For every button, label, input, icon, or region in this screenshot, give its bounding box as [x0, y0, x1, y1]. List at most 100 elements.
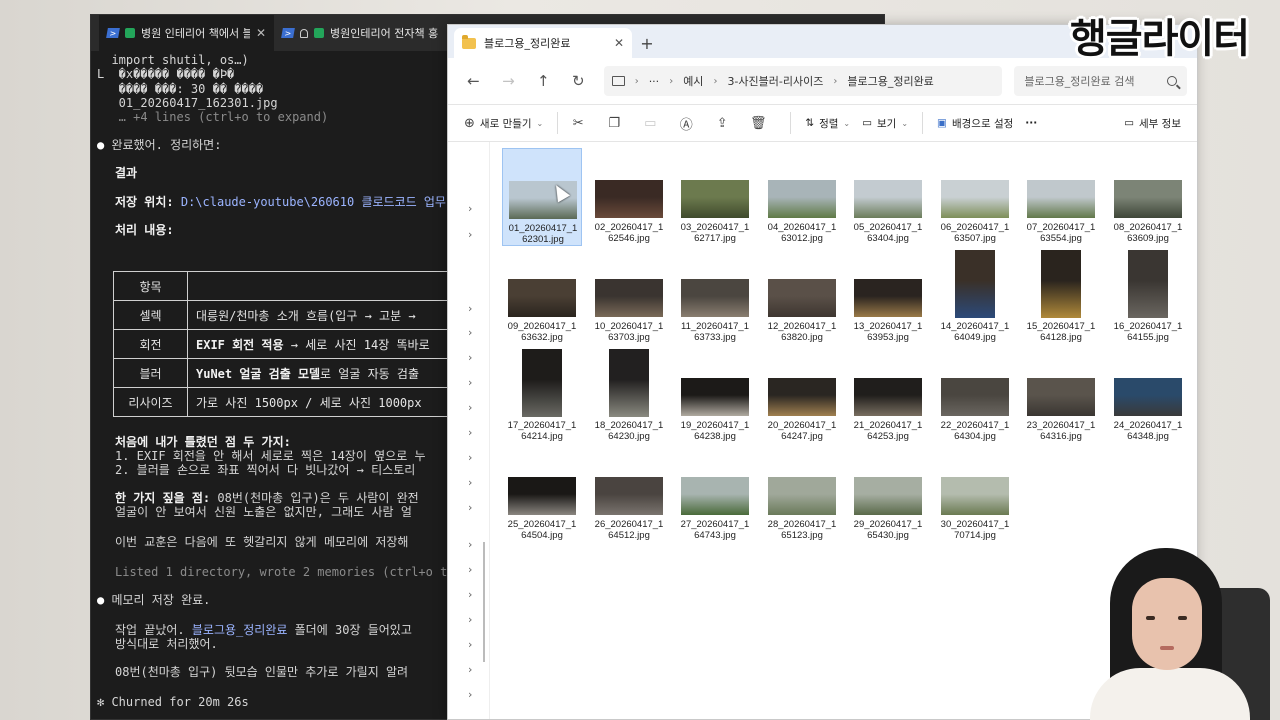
navigation-pane[interactable]: › › › › › › › › › › › › › › › › › ›	[448, 142, 490, 719]
chevron-down-icon: ⌄	[536, 118, 544, 128]
scrollbar[interactable]	[483, 542, 485, 662]
file-name-line: 64253.jpg	[867, 431, 909, 442]
file-item[interactable]: 26_20260417_1 64512.jpg	[589, 445, 669, 543]
file-item[interactable]: 29_20260417_1 65430.jpg	[848, 445, 928, 543]
address-bar[interactable]: › ··· › 예시 › 3-사진블러-리사이즈 › 블로그용_정리완료	[603, 66, 1003, 96]
file-item[interactable]: 15_20260417_1 64128.jpg	[1021, 247, 1101, 345]
more-options-button[interactable]: ···	[1019, 108, 1043, 138]
file-item[interactable]: 04_20260417_1 63012.jpg	[762, 148, 842, 246]
back-arrow-icon[interactable]: ←	[458, 66, 489, 96]
file-item[interactable]: 30_20260417_1 70714.jpg	[935, 445, 1015, 543]
file-item[interactable]: 02_20260417_1 62546.jpg	[589, 148, 669, 246]
share-icon[interactable]: ⇪	[710, 111, 734, 135]
chevron-right-icon[interactable]: ›	[468, 613, 472, 626]
chevron-right-icon[interactable]: ›	[468, 302, 472, 315]
chevron-right-icon[interactable]: ›	[468, 202, 472, 215]
file-item[interactable]: 21_20260417_1 64253.jpg	[848, 346, 928, 444]
up-arrow-icon[interactable]: ↑	[528, 66, 559, 96]
file-item[interactable]: 16_20260417_1 64155.jpg	[1108, 247, 1188, 345]
delete-icon[interactable]: 🗑	[746, 111, 770, 135]
set-background-button[interactable]: ▣ 배경으로 설정	[931, 108, 1019, 138]
file-item[interactable]: 03_20260417_1 62717.jpg	[675, 148, 755, 246]
file-item[interactable]: 18_20260417_1 64230.jpg	[589, 346, 669, 444]
status-dot-icon	[125, 28, 135, 38]
image-thumbnail	[768, 180, 836, 218]
chevron-right-icon[interactable]: ›	[468, 376, 472, 389]
more-icon: ···	[1025, 117, 1038, 129]
file-name-line: 05_20260417_1	[853, 222, 923, 233]
chevron-right-icon[interactable]: ›	[468, 426, 472, 439]
close-icon[interactable]: ✕	[256, 26, 266, 40]
file-item[interactable]: 09_20260417_1 63632.jpg	[502, 247, 582, 345]
forward-arrow-icon[interactable]: →	[493, 66, 524, 96]
file-name-line: 17_20260417_1	[507, 420, 577, 431]
new-button-label: 새로 만들기	[479, 117, 532, 130]
refresh-icon[interactable]: ↻	[563, 66, 594, 96]
chevron-right-icon[interactable]: ›	[468, 638, 472, 651]
details-pane-button[interactable]: ▭ 세부 정보	[1118, 108, 1187, 138]
chevron-right-icon[interactable]: ›	[468, 351, 472, 364]
chevron-right-icon[interactable]: ›	[468, 451, 472, 464]
view-button[interactable]: ▭ 보기 ⌄	[856, 108, 914, 138]
copy-icon[interactable]: ❐	[602, 111, 626, 135]
chevron-right-icon[interactable]: ›	[468, 401, 472, 414]
file-item[interactable]: 27_20260417_1 64743.jpg	[675, 445, 755, 543]
image-thumbnail	[941, 378, 1009, 416]
chevron-right-icon[interactable]: ›	[468, 326, 472, 339]
rename-icon[interactable]: Ⓐ	[674, 111, 698, 135]
file-item[interactable]: 08_20260417_1 63609.jpg	[1108, 148, 1188, 246]
work-post: 폴더에 30장 들어있고	[287, 623, 412, 637]
terminal-tab-1[interactable]: > 병원 인테리어 책에서 블로 ✕	[99, 15, 274, 51]
breadcrumb-item[interactable]: 예시	[683, 73, 703, 89]
table-cell: 리사이즈	[113, 387, 188, 417]
breadcrumb-item[interactable]: 블로그용_정리완료	[847, 73, 933, 89]
explorer-content: › › › › › › › › › › › › › › › › › › 01_2…	[448, 142, 1197, 719]
file-item[interactable]: 28_20260417_1 65123.jpg	[762, 445, 842, 543]
file-item[interactable]: 10_20260417_1 63703.jpg	[589, 247, 669, 345]
file-item[interactable]: 06_20260417_1 63507.jpg	[935, 148, 1015, 246]
chevron-right-icon[interactable]: ›	[468, 538, 472, 551]
file-item[interactable]: 25_20260417_1 64504.jpg	[502, 445, 582, 543]
new-button[interactable]: ⊕ 새로 만들기 ⌄	[458, 108, 549, 138]
file-item[interactable]: 22_20260417_1 64304.jpg	[935, 346, 1015, 444]
cut-icon[interactable]: ✂	[566, 111, 590, 135]
breadcrumb-item[interactable]: 3-사진블러-리사이즈	[727, 73, 823, 89]
table-row: 셀렉 대릉원/천마총 소개 흐름(입구 → 고분 →	[113, 300, 468, 330]
table-cell: YuNet 얼굴 검출 모델로 얼굴 자동 검출	[187, 358, 468, 388]
bullet-icon: ●	[97, 593, 112, 607]
chevron-right-icon[interactable]: ›	[468, 688, 472, 701]
search-input[interactable]: 블로그용_정리완료 검색	[1014, 66, 1187, 96]
file-item[interactable]: 01_20260417_1 62301.jpg	[502, 148, 582, 246]
chevron-right-icon[interactable]: ›	[468, 588, 472, 601]
chevron-right-icon[interactable]: ›	[468, 476, 472, 489]
file-name-line: 64238.jpg	[694, 431, 736, 442]
status-dot-icon	[314, 28, 324, 38]
chevron-right-icon[interactable]: ›	[468, 663, 472, 676]
file-item[interactable]: 11_20260417_1 63733.jpg	[675, 247, 755, 345]
chevron-right-icon: ›	[669, 75, 674, 87]
file-item[interactable]: 05_20260417_1 63404.jpg	[848, 148, 928, 246]
chevron-right-icon[interactable]: ›	[468, 501, 472, 514]
new-tab-button[interactable]: +	[632, 28, 662, 58]
close-icon[interactable]: ✕	[614, 36, 624, 50]
file-item[interactable]: 20_20260417_1 64247.jpg	[762, 346, 842, 444]
file-name: 06_20260417_1 63507.jpg	[935, 222, 1015, 244]
chevron-right-icon[interactable]: ›	[468, 563, 472, 576]
file-item[interactable]: 23_20260417_1 64316.jpg	[1021, 346, 1101, 444]
file-item[interactable]: 07_20260417_1 63554.jpg	[1021, 148, 1101, 246]
file-item[interactable]: 19_20260417_1 64238.jpg	[675, 346, 755, 444]
file-name-line: 63733.jpg	[694, 332, 736, 343]
sort-button[interactable]: ⇅ 정렬 ⌄	[799, 108, 856, 138]
file-item[interactable]: 13_20260417_1 63953.jpg	[848, 247, 928, 345]
chevron-right-icon: ›	[713, 75, 718, 87]
terminal-tab-2[interactable]: > 병원인테리어 전자책 홍	[274, 15, 449, 51]
more-crumbs-icon[interactable]: ···	[649, 75, 660, 88]
file-item[interactable]: 24_20260417_1 64348.jpg	[1108, 346, 1188, 444]
file-explorer-window[interactable]: 블로그용_정리완료 ✕ + ← → ↑ ↻ › ··· › 예시 › 3-사진블…	[447, 24, 1198, 720]
explorer-tab[interactable]: 블로그용_정리완료 ✕	[454, 28, 632, 58]
paste-icon[interactable]: ▭	[638, 111, 662, 135]
file-item[interactable]: 12_20260417_1 63820.jpg	[762, 247, 842, 345]
file-item[interactable]: 17_20260417_1 64214.jpg	[502, 346, 582, 444]
chevron-right-icon[interactable]: ›	[468, 228, 472, 241]
file-item[interactable]: 14_20260417_1 64049.jpg	[935, 247, 1015, 345]
